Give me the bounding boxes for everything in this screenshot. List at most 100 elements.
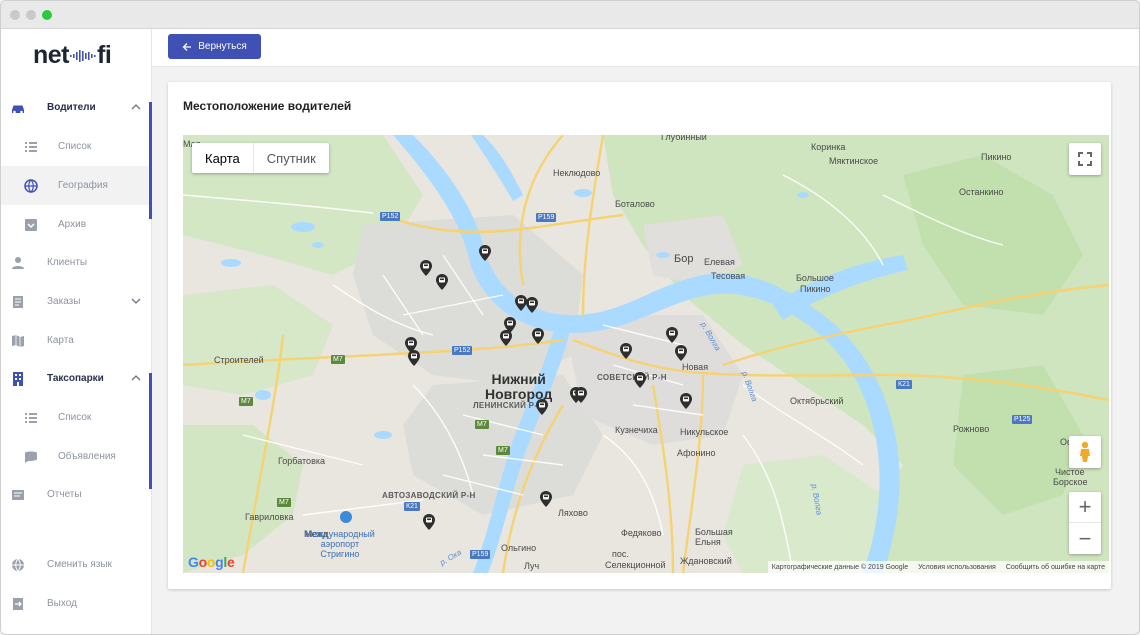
- arrow-left-icon: [182, 42, 192, 51]
- map-district-label: АВТОЗАВОДСКИЙ Р-Н: [382, 491, 476, 500]
- map-place-label: Тесовая: [711, 271, 746, 281]
- map-place-label: Ждановский: [680, 556, 732, 566]
- driver-marker-icon[interactable]: [532, 328, 544, 344]
- driver-marker-icon[interactable]: [436, 274, 448, 290]
- map-place-label: Афонино: [677, 448, 716, 458]
- orders-icon: [13, 295, 23, 308]
- map-icon: [12, 334, 24, 347]
- map[interactable]: МаяНеклюдовоГлубинныйКоринкаМяктинскоеПи…: [183, 135, 1109, 573]
- road-number-badge: М7: [239, 397, 253, 406]
- sidebar-item-label: Отчеты: [47, 489, 82, 500]
- driver-marker-icon[interactable]: [675, 345, 687, 361]
- chevron-down-icon[interactable]: [131, 296, 141, 306]
- google-logo[interactable]: Google: [188, 554, 235, 570]
- road-number-badge: Р159: [470, 550, 491, 559]
- chevron-up-icon[interactable]: [131, 373, 141, 383]
- map-place-label: Коринка: [811, 142, 846, 152]
- road-number-badge: М7: [277, 498, 291, 507]
- map-place-label: Чистое: [1055, 467, 1085, 477]
- driver-marker-icon[interactable]: [479, 245, 491, 261]
- sidebar-item-11[interactable]: Сменить язык: [1, 545, 151, 584]
- chevron-up-icon[interactable]: [131, 102, 141, 112]
- driver-marker-icon[interactable]: [666, 327, 678, 343]
- terms-of-use-link[interactable]: Условия использования: [918, 564, 996, 571]
- map-place-label: Селекционной: [605, 560, 666, 570]
- street-view-pegman[interactable]: [1069, 436, 1101, 468]
- zoom-out-button[interactable]: −: [1069, 523, 1101, 554]
- sidebar-item-7[interactable]: Таксопарки: [1, 359, 151, 398]
- road-number-badge: Р152: [452, 346, 473, 355]
- list-icon: [25, 141, 37, 152]
- logo[interactable]: net fi: [33, 41, 112, 70]
- map-place-label: Борское: [1053, 477, 1088, 487]
- road-number-badge: Р152: [380, 212, 401, 221]
- map-place-label: Останкино: [959, 187, 1004, 197]
- sidebar-item-9[interactable]: Объявления: [1, 437, 151, 476]
- map-district-label: ЛЕНИНСКИЙ Р-Н: [473, 401, 544, 410]
- fullscreen-button[interactable]: [1069, 143, 1101, 175]
- map-type-satellite-tab[interactable]: Спутник: [254, 143, 329, 173]
- sidebar-item-0[interactable]: Водители: [1, 88, 151, 127]
- map-attribution: Картографические данные © 2019 Google Ус…: [767, 561, 1109, 573]
- archive-icon: [25, 218, 37, 231]
- road-number-badge: М7: [496, 446, 510, 455]
- maximize-window-button[interactable]: [42, 10, 52, 20]
- map-place-label: пос.: [612, 549, 629, 559]
- driver-marker-icon[interactable]: [420, 260, 432, 276]
- sidebar-item-6[interactable]: Карта: [1, 321, 151, 360]
- driver-marker-icon[interactable]: [575, 387, 587, 403]
- map-place-label: Ольгино: [501, 543, 537, 553]
- back-button[interactable]: Вернуться: [168, 34, 261, 59]
- map-place-label: Луч: [524, 561, 540, 571]
- sidebar-item-4[interactable]: Клиенты: [1, 243, 151, 282]
- sidebar-item-label: Архив: [58, 219, 87, 230]
- driver-marker-icon[interactable]: [500, 330, 512, 346]
- sidebar-item-3[interactable]: Архив: [1, 205, 151, 244]
- map-place-label: Рожново: [953, 424, 990, 434]
- minimize-window-button[interactable]: [26, 10, 36, 20]
- driver-marker-icon[interactable]: [680, 393, 692, 409]
- road-number-badge: К21: [404, 502, 420, 511]
- map-place-label: Ляхово: [558, 508, 588, 518]
- sidebar-item-1[interactable]: Список: [1, 127, 151, 166]
- sidebar-item-10[interactable]: Отчеты: [1, 475, 151, 514]
- road-number-badge: Р125: [1012, 415, 1033, 424]
- driver-marker-icon[interactable]: [526, 297, 538, 313]
- sidebar-item-label: Список: [58, 412, 92, 423]
- sidebar-item-12[interactable]: Выход: [1, 584, 151, 623]
- card-title: Местоположение водителей: [183, 99, 352, 113]
- map-place-label: Елевая: [704, 257, 735, 267]
- globe-icon: [24, 178, 38, 193]
- airport-icon[interactable]: [340, 511, 352, 523]
- pegman-icon: [1080, 441, 1090, 462]
- sidebar-item-2[interactable]: География: [1, 166, 151, 205]
- report-map-error-link[interactable]: Сообщить об ошибке на карте: [1006, 564, 1105, 571]
- map-place-label: Новая: [682, 362, 709, 372]
- back-button-label: Вернуться: [198, 41, 247, 52]
- sidebar-item-label: География: [58, 180, 108, 191]
- map-place-label: Неклюдово: [553, 168, 601, 178]
- zoom-in-button[interactable]: +: [1069, 492, 1101, 523]
- building-icon: [13, 371, 23, 386]
- map-place-label: Ельня: [695, 537, 721, 547]
- map-type-map-tab[interactable]: Карта: [192, 143, 254, 173]
- driver-marker-icon[interactable]: [408, 350, 420, 366]
- sidebar-item-label: Объявления: [58, 451, 116, 462]
- airport-label: Международный аэропорт Стригино: [305, 529, 375, 559]
- sidebar-section-indicator: [149, 102, 152, 219]
- sidebar-item-5[interactable]: Заказы: [1, 282, 151, 321]
- close-window-button[interactable]: [10, 10, 20, 20]
- sidebar-item-label: Клиенты: [47, 257, 88, 268]
- driver-marker-icon[interactable]: [634, 372, 646, 388]
- person-icon: [12, 256, 24, 269]
- map-place-label: Большое: [796, 273, 834, 283]
- sidebar-item-8[interactable]: Список: [1, 398, 151, 437]
- driver-marker-icon[interactable]: [620, 343, 632, 359]
- driver-marker-icon[interactable]: [423, 514, 435, 530]
- top-bar: Вернуться: [152, 29, 1139, 67]
- driver-marker-icon[interactable]: [536, 399, 548, 415]
- map-place-label: Пикино: [981, 152, 1012, 162]
- map-data-credit: Картографические данные © 2019 Google: [771, 563, 909, 571]
- driver-marker-icon[interactable]: [540, 491, 552, 507]
- sidebar-item-label: Карта: [47, 335, 74, 346]
